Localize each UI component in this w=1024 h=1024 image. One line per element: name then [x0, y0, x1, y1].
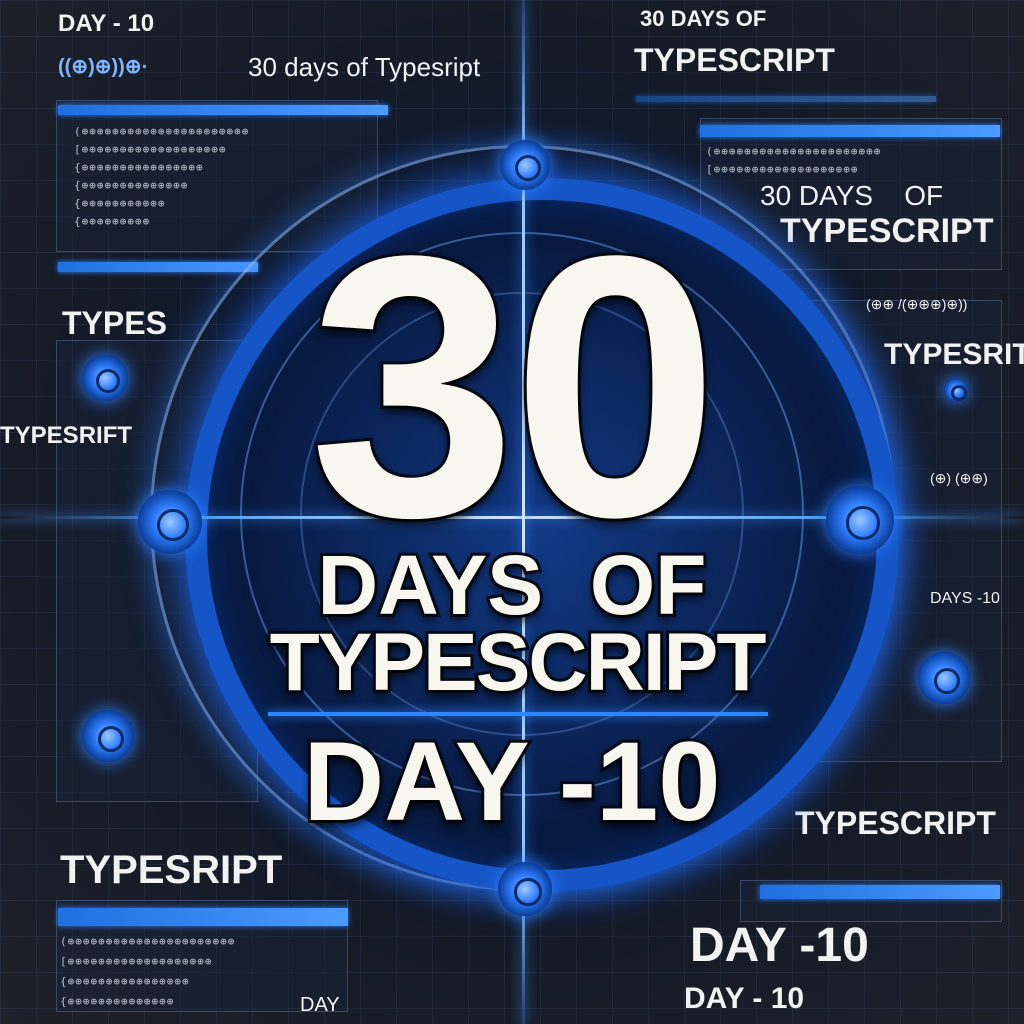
ring-node-right — [826, 486, 894, 554]
code-line: (⊕⊕⊕⊕⊕⊕⊕⊕⊕⊕⊕⊕⊕⊕⊕⊕⊕⊕⊕⊕⊕⊕ — [60, 935, 236, 948]
bg-left-typesrift: TYPESRIFT — [0, 422, 133, 449]
accent-bar — [636, 96, 936, 102]
code-line: [⊕⊕⊕⊕⊕⊕⊕⊕⊕⊕⊕⊕⊕⊕⊕⊕⊕⊕⊕ — [706, 163, 859, 176]
bg-top-row-main: 30 days of Typesript — [248, 52, 481, 82]
code-line: {⊕⊕⊕⊕⊕⊕⊕⊕⊕⊕⊕⊕⊕⊕ — [60, 995, 175, 1008]
code-line: (⊕⊕⊕⊕⊕⊕⊕⊕⊕⊕⊕⊕⊕⊕⊕⊕⊕⊕⊕⊕⊕⊕ — [706, 145, 882, 158]
bg-right-typesrit: TYPESRIT — [884, 338, 1024, 371]
glow-dot — [82, 355, 128, 401]
accent-bar — [700, 125, 1000, 137]
bg-bottom-day10b: DAY - 10 — [684, 982, 805, 1015]
code-line: {⊕⊕⊕⊕⊕⊕⊕⊕⊕⊕⊕⊕⊕⊕⊕⊕ — [74, 161, 204, 174]
headline-underline — [268, 712, 768, 716]
code-line: {⊕⊕⊕⊕⊕⊕⊕⊕⊕ — [74, 215, 151, 228]
accent-bar — [58, 908, 348, 926]
accent-bar — [58, 105, 388, 115]
bg-top-row-lead: ((⊕)⊕))⊕∙ — [58, 56, 148, 78]
ring-node-left — [138, 490, 202, 554]
bg-right-typescript: TYPESCRIPT — [780, 212, 994, 250]
glow-dot — [918, 652, 970, 704]
bg-30days-top: 30 DAYS OF — [640, 6, 767, 31]
code-line: {⊕⊕⊕⊕⊕⊕⊕⊕⊕⊕⊕⊕⊕⊕⊕⊕ — [60, 975, 190, 988]
bg-left-types: TYPES — [62, 305, 167, 341]
headline-day10: DAY -10 — [300, 719, 723, 845]
code-line: [⊕⊕⊕⊕⊕⊕⊕⊕⊕⊕⊕⊕⊕⊕⊕⊕⊕⊕⊕ — [60, 955, 213, 968]
bg-top-row-caps: TYPESCRIPT — [634, 42, 835, 78]
glow-dot — [82, 710, 134, 762]
bg-right-code2: (⊕) (⊕⊕) — [930, 470, 988, 486]
code-line: [⊕⊕⊕⊕⊕⊕⊕⊕⊕⊕⊕⊕⊕⊕⊕⊕⊕⊕⊕ — [74, 143, 227, 156]
code-line: (⊕⊕⊕⊕⊕⊕⊕⊕⊕⊕⊕⊕⊕⊕⊕⊕⊕⊕⊕⊕⊕⊕ — [74, 125, 250, 138]
code-line: {⊕⊕⊕⊕⊕⊕⊕⊕⊕⊕⊕⊕⊕⊕ — [74, 179, 189, 192]
glow-dot — [944, 378, 968, 402]
headline-typescript: TYPESCRIPT — [267, 615, 770, 711]
code-line: {⊕⊕⊕⊕⊕⊕⊕⊕⊕⊕⊕ — [74, 197, 166, 210]
accent-bar — [760, 885, 1000, 899]
poster: (⊕⊕⊕⊕⊕⊕⊕⊕⊕⊕⊕⊕⊕⊕⊕⊕⊕⊕⊕⊕⊕⊕ [⊕⊕⊕⊕⊕⊕⊕⊕⊕⊕⊕⊕⊕⊕⊕… — [0, 0, 1024, 1024]
bg-day10-top-left: DAY - 10 — [58, 10, 155, 37]
headline-number: 30 — [306, 178, 722, 594]
bg-right-typescript2: TYPESCRIPT — [795, 805, 996, 841]
bg-right-code1: (⊕⊕ /(⊕⊕⊕)⊕)) — [866, 296, 968, 312]
ring-node-bottom — [498, 862, 552, 916]
bg-left-typesript: TYPESRIPT — [60, 848, 283, 892]
bg-bottom-day10: DAY -10 — [690, 919, 869, 972]
bg-right-days10: DAYS -10 — [930, 590, 1000, 607]
bg-bottom-day: DAY — [300, 994, 340, 1016]
